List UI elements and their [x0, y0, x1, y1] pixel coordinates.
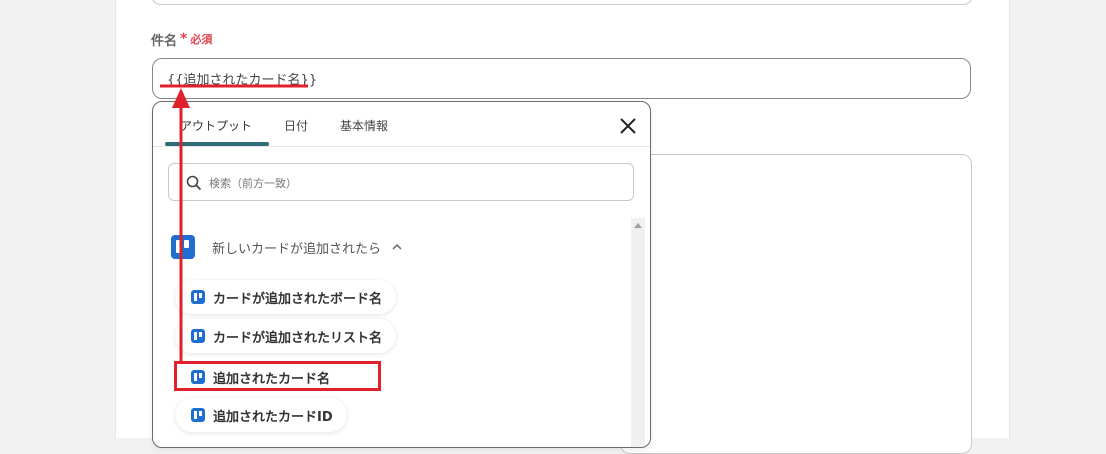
group-header-new-card[interactable]: 新しいカードが追加されたら: [171, 234, 403, 260]
group-title: 新しいカードが追加されたら: [212, 241, 382, 257]
close-icon[interactable]: [618, 116, 638, 136]
chevron-up-icon[interactable]: [391, 241, 403, 253]
required-text: 必須: [190, 33, 213, 46]
subject-label: 件名: [151, 33, 178, 49]
tab-output[interactable]: アウトプット: [180, 102, 252, 146]
scrollbar[interactable]: [631, 218, 645, 447]
tab-basic-info[interactable]: 基本情報: [340, 102, 388, 146]
subject-input[interactable]: {{追加されたカード名}}: [152, 58, 971, 99]
previous-field[interactable]: [151, 0, 973, 5]
active-tab-indicator: [165, 142, 269, 146]
tab-date[interactable]: 日付: [284, 102, 308, 146]
list-item-label: カードが追加されたボード名: [213, 291, 383, 307]
trello-icon: [191, 290, 205, 304]
body-textarea[interactable]: [620, 154, 972, 454]
list-item-label: カードが追加されたリスト名: [213, 330, 383, 346]
picker-tabs: アウトプット 日付 基本情報: [153, 102, 650, 147]
required-asterisk: *: [180, 31, 188, 47]
search-placeholder: 検索（前方一致）: [209, 177, 297, 190]
subject-input-value: {{追加されたカード名}}: [167, 73, 318, 88]
scroll-up-arrow-icon[interactable]: [634, 223, 642, 228]
list-item-card-id[interactable]: 追加されたカードID: [175, 398, 347, 432]
search-input[interactable]: 検索（前方一致）: [168, 163, 634, 201]
search-icon: [186, 175, 202, 191]
subject-label-row: 件名 * 必須: [151, 30, 213, 49]
trello-icon: [171, 235, 195, 259]
list-item-label: 追加されたカードID: [213, 409, 333, 425]
output-picker-dropdown: アウトプット 日付 基本情報 検索（前方一致） 新しいカードが追加されたら カー…: [152, 101, 651, 448]
annotation-highlight-box: [174, 361, 381, 391]
trello-icon: [191, 408, 205, 422]
trello-icon: [191, 329, 205, 343]
list-item-list-name[interactable]: カードが追加されたリスト名: [175, 319, 397, 353]
list-item-board-name[interactable]: カードが追加されたボード名: [175, 280, 397, 314]
